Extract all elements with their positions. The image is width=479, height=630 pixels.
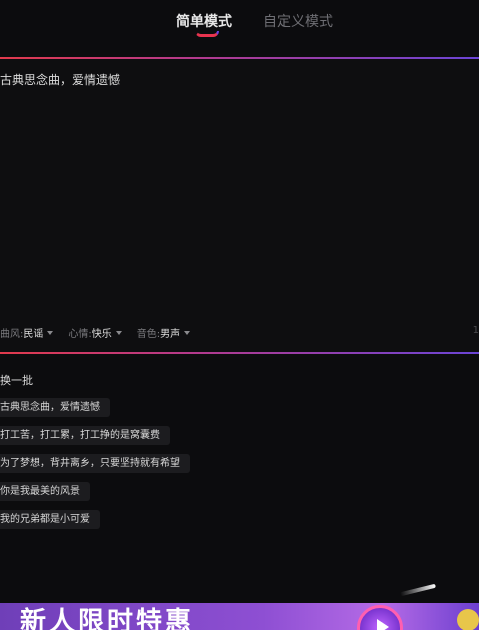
promo-banner[interactable]: 新人限时特惠: [0, 603, 479, 630]
suggestion-chip[interactable]: 打工苦，打工累，打工挣的是窝囊费: [0, 426, 170, 445]
mode-tabs: 简单模式 自定义模式: [0, 0, 479, 44]
prompt-input[interactable]: 古典思念曲，爱情遗憾: [0, 71, 460, 88]
refresh-button[interactable]: 换一批: [0, 372, 33, 388]
panel-bottom-border: [0, 352, 479, 354]
char-counter: 1: [472, 325, 479, 336]
suggestion-chip[interactable]: 你是我最美的风景: [0, 482, 90, 501]
mood-value: 快乐: [91, 329, 112, 340]
caret-down-icon: [115, 330, 122, 335]
sparkle-decoration: [400, 583, 436, 597]
style-label: 曲风:: [0, 329, 24, 340]
style-value: 民谣: [23, 329, 44, 340]
tab-custom-mode[interactable]: 自定义模式: [263, 11, 333, 31]
active-tab-indicator: [195, 31, 219, 37]
prompt-panel: 古典思念曲，爱情遗憾 曲风: 民谣 心情: 快乐 音色: 男声 1: [0, 57, 479, 354]
voice-value: 男声: [160, 329, 181, 340]
voice-label: 音色:: [136, 329, 161, 340]
suggestion-chip[interactable]: 为了梦想，背井离乡，只要坚持就有希望: [0, 454, 190, 473]
mood-label: 心情:: [68, 329, 92, 340]
promo-title: 新人限时特惠: [20, 607, 195, 630]
caret-down-icon: [184, 330, 191, 335]
coin-decoration-icon: [457, 609, 479, 630]
voice-select[interactable]: 音色: 男声: [136, 325, 191, 340]
panel-top-border: [0, 57, 479, 59]
caret-down-icon: [47, 330, 54, 335]
mood-select[interactable]: 心情: 快乐: [68, 325, 122, 340]
style-select[interactable]: 曲风: 民谣: [0, 325, 54, 340]
suggestion-chip[interactable]: 我的兄弟都是小可爱: [0, 510, 100, 529]
tab-simple-mode[interactable]: 简单模式: [176, 11, 232, 31]
play-icon: [357, 605, 403, 630]
options-bar: 曲风: 民谣 心情: 快乐 音色: 男声: [0, 325, 205, 340]
suggestion-chip[interactable]: 古典思念曲，爱情遗憾: [0, 398, 110, 417]
